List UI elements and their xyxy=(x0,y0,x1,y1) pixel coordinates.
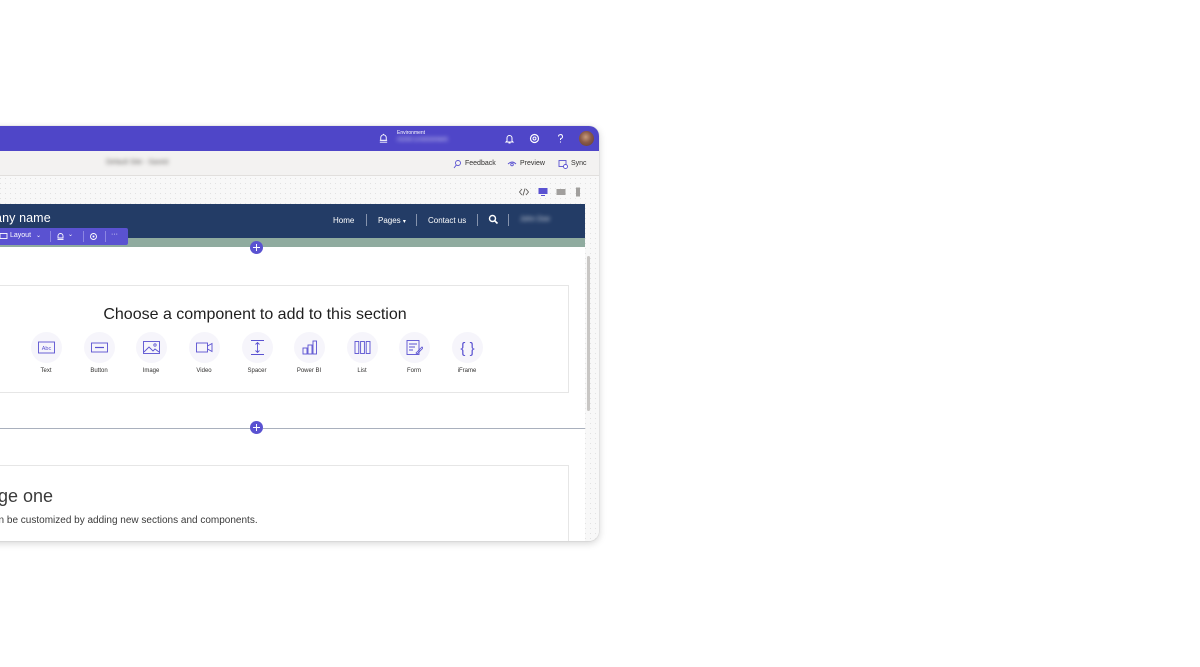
nav-separator xyxy=(477,214,478,226)
company-name[interactable]: pany name xyxy=(0,211,51,225)
layout-dropdown[interactable]: Layout ⌄ xyxy=(10,232,41,239)
section-divider xyxy=(0,428,250,429)
app-top-bar: Environment Acme Environment xyxy=(0,126,599,151)
component-label: Button xyxy=(90,368,108,374)
form-icon xyxy=(406,340,423,355)
sync-label: Sync xyxy=(571,160,587,167)
add-section-button[interactable] xyxy=(250,421,263,434)
environment-label: Environment xyxy=(397,130,426,136)
nav-contact[interactable]: Contact us xyxy=(428,216,466,225)
environment-value[interactable]: Acme Environment xyxy=(397,137,448,143)
nav-home[interactable]: Home xyxy=(333,216,354,225)
nav-separator xyxy=(508,214,509,226)
site-title: Default Site - Saved xyxy=(106,159,169,166)
component-form[interactable]: Form xyxy=(394,332,434,374)
chevron-down-icon: ⌄ xyxy=(35,233,42,239)
component-label: iFrame xyxy=(457,368,477,374)
preview-icon xyxy=(507,161,517,166)
svg-text:{ }: { } xyxy=(460,340,474,356)
layout-icon xyxy=(0,233,8,239)
toolbar-separator xyxy=(50,231,51,242)
canvas-scrollbar[interactable] xyxy=(587,256,590,411)
video-icon xyxy=(195,342,212,353)
component-label: Form xyxy=(407,368,421,374)
image-icon xyxy=(142,341,160,354)
sync-icon xyxy=(558,159,568,169)
layout-label: Layout xyxy=(10,232,32,239)
svg-text:Abc: Abc xyxy=(41,346,51,352)
list-icon xyxy=(354,341,370,354)
nav-separator xyxy=(366,214,367,226)
component-iframe[interactable]: { } iFrame xyxy=(447,332,487,374)
component-label: Video xyxy=(196,368,212,374)
button-icon xyxy=(90,342,108,353)
spacer-icon xyxy=(250,340,264,355)
tablet-view-icon[interactable] xyxy=(555,186,567,198)
caret-down-icon: ▾ xyxy=(402,219,406,225)
preview-button[interactable]: Preview xyxy=(507,158,545,169)
toolbar-separator xyxy=(105,231,106,242)
component-label: Image xyxy=(142,368,160,374)
component-spacer[interactable]: Spacer xyxy=(237,332,277,374)
help-question-icon[interactable] xyxy=(554,132,567,145)
component-image[interactable]: Image xyxy=(131,332,171,374)
component-chooser-section: Choose a component to add to this sectio… xyxy=(0,285,569,393)
preview-label: Preview xyxy=(520,160,545,167)
component-label: List xyxy=(357,368,367,374)
environment-icon[interactable] xyxy=(378,133,389,144)
chevron-down-icon[interactable]: ⌄ xyxy=(68,231,73,238)
command-bar: Default Site - Saved Feedback Preview Sy… xyxy=(0,151,599,176)
section-settings-icon[interactable] xyxy=(89,232,98,241)
component-chooser-title: Choose a component to add to this sectio… xyxy=(103,306,407,323)
sync-button[interactable]: Sync xyxy=(558,158,587,169)
feedback-label: Feedback xyxy=(465,160,496,167)
nav-pages[interactable]: Pages ▾ xyxy=(378,216,406,225)
feedback-icon xyxy=(453,159,461,168)
page-content-section[interactable]: age one can be customized by adding new … xyxy=(0,465,569,541)
user-avatar[interactable] xyxy=(579,131,594,146)
app-window: Environment Acme Environment Default Sit… xyxy=(0,126,599,541)
component-video[interactable]: Video xyxy=(184,332,224,374)
nav-pages-label: Pages xyxy=(378,216,401,225)
component-list[interactable]: List xyxy=(342,332,382,374)
page-heading[interactable]: age one xyxy=(0,486,53,507)
component-button[interactable]: Button xyxy=(79,332,119,374)
desktop-view-icon[interactable] xyxy=(537,186,549,198)
signed-in-user[interactable]: John Doe xyxy=(520,216,550,223)
background-fill-icon[interactable] xyxy=(56,232,65,241)
iframe-icon: { } xyxy=(460,340,474,356)
component-text[interactable]: Abc Text xyxy=(26,332,66,374)
mobile-view-icon[interactable] xyxy=(572,186,584,198)
notification-bell-icon[interactable] xyxy=(503,132,516,145)
more-options-icon[interactable]: ··· xyxy=(111,231,118,238)
nav-separator xyxy=(416,214,417,226)
settings-gear-icon[interactable] xyxy=(528,132,541,145)
section-layout-toolbar: Layout ⌄ ⌄ ··· xyxy=(0,228,128,245)
component-label: Text xyxy=(40,368,52,374)
search-icon[interactable] xyxy=(488,214,499,225)
feedback-button[interactable]: Feedback xyxy=(452,158,496,169)
text-icon: Abc xyxy=(37,341,55,354)
toolbar-separator xyxy=(83,231,84,242)
component-label: Power BI xyxy=(296,368,322,374)
component-label: Spacer xyxy=(247,368,267,374)
power-bi-icon xyxy=(302,340,317,355)
code-view-icon[interactable] xyxy=(518,186,530,198)
page-description[interactable]: can be customized by adding new sections… xyxy=(0,515,258,526)
section-divider xyxy=(263,428,585,429)
add-section-top-button[interactable] xyxy=(250,241,263,254)
component-power-bi[interactable]: Power BI xyxy=(289,332,329,374)
